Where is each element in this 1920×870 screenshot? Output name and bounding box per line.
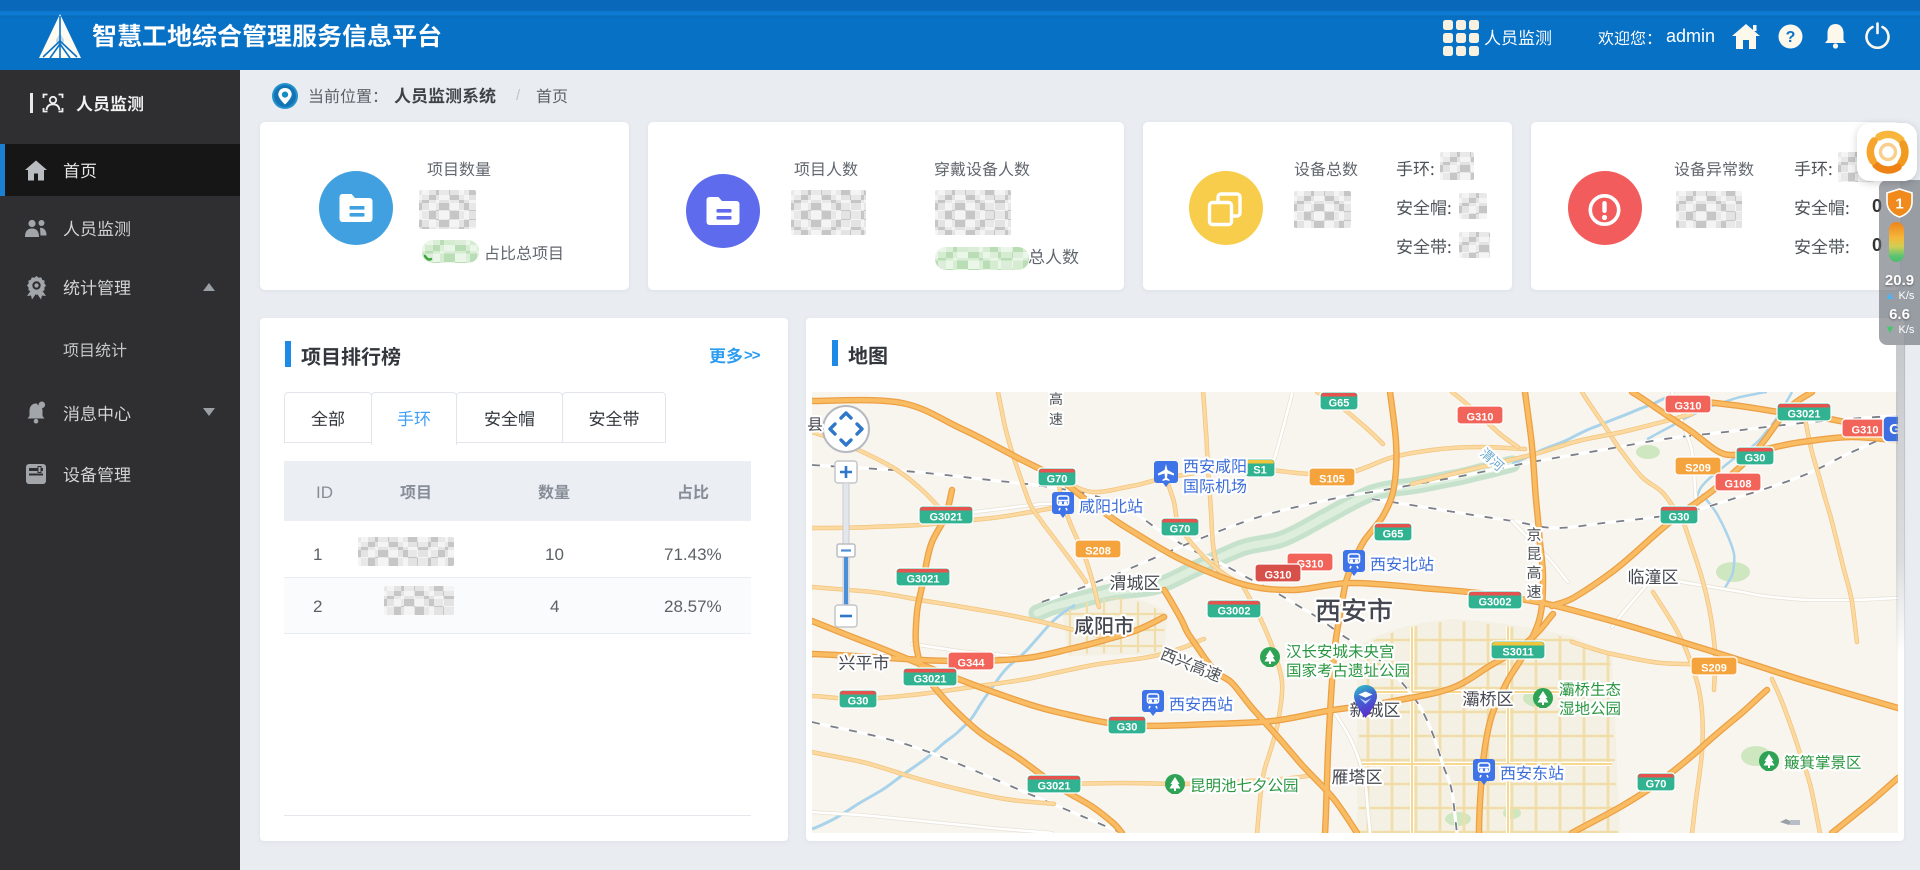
svg-text:G70: G70 [1047,474,1068,486]
svg-text:G65: G65 [1383,529,1404,541]
svg-text:G3021: G3021 [913,674,946,686]
svg-text:S208: S208 [1085,546,1111,558]
svg-text:G310: G310 [1467,412,1494,424]
svg-text:G310: G310 [1852,425,1879,437]
svg-text:G30: G30 [1745,453,1766,465]
svg-text:G70: G70 [1170,524,1191,536]
svg-text:G3021: G3021 [1787,409,1820,421]
svg-text:S3011: S3011 [1502,647,1533,659]
svg-text:S209: S209 [1685,463,1711,475]
svg-text:G310: G310 [1675,401,1702,413]
svg-text:G30: G30 [848,696,869,708]
svg-text:?: ? [1786,29,1796,46]
svg-text:G30: G30 [1669,512,1690,524]
svg-text:G65: G65 [1329,398,1350,410]
svg-text:S209: S209 [1701,663,1727,675]
svg-text:G70: G70 [1646,779,1667,791]
svg-text:G310: G310 [1265,570,1292,582]
svg-text:G3021: G3021 [906,574,939,586]
svg-text:G30: G30 [1117,722,1138,734]
svg-text:G3021: G3021 [1037,781,1070,793]
svg-text:G3021: G3021 [929,512,962,524]
svg-text:G108: G108 [1725,479,1752,491]
svg-text:S1: S1 [1253,465,1266,477]
svg-text:G344: G344 [958,658,986,670]
svg-text:G3002: G3002 [1478,597,1511,609]
svg-text:1: 1 [1895,196,1903,213]
svg-text:S105: S105 [1319,474,1345,486]
svg-text:G3002: G3002 [1217,606,1250,618]
